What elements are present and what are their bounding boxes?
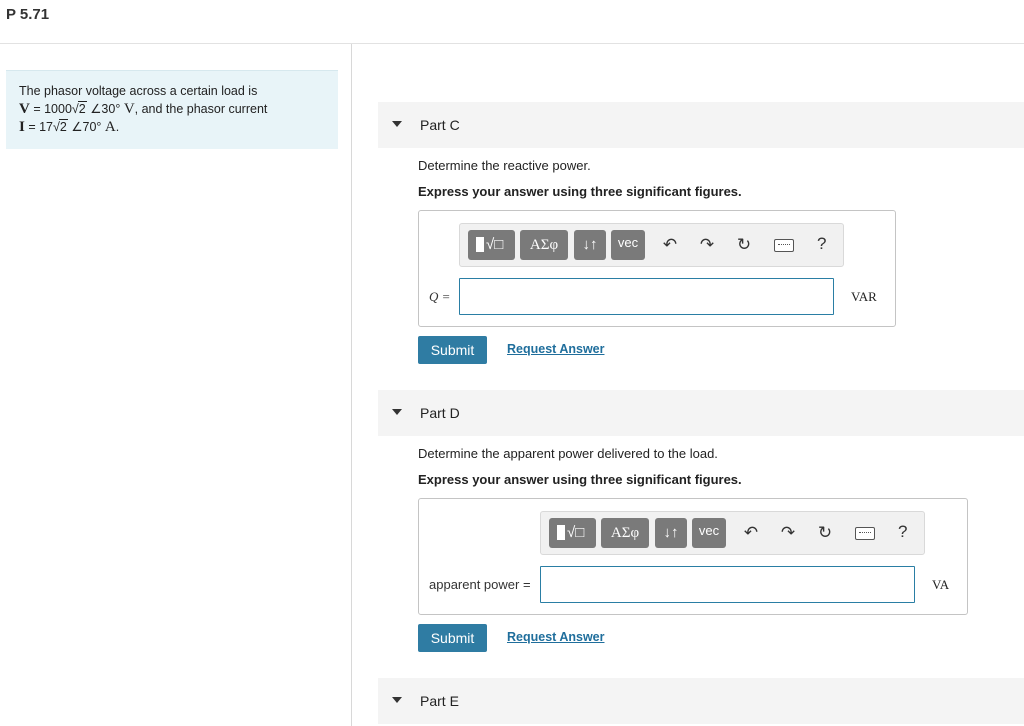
part-d-title: Part D xyxy=(420,405,460,421)
part-d-submit-button[interactable]: Submit xyxy=(418,624,487,652)
redo-icon[interactable]: ↷ xyxy=(779,524,797,542)
part-c-answer-input[interactable] xyxy=(459,278,834,315)
part-c-request-answer-link[interactable]: Request Answer xyxy=(507,342,604,356)
current-unit: A xyxy=(104,119,116,135)
part-e-title: Part E xyxy=(420,693,459,709)
vector-button[interactable]: vec xyxy=(692,518,726,548)
math-toolbar: √□ ΑΣφ ↓↑ vec ↶ ↷ ↻ ? xyxy=(540,511,925,555)
greek-symbols-button[interactable]: ΑΣφ xyxy=(520,230,568,260)
arrows-button[interactable]: ↓↑ xyxy=(655,518,687,548)
part-d-header[interactable]: Part D xyxy=(378,390,1024,436)
voltage-magnitude: = 1000 xyxy=(29,102,72,116)
part-c-unit: VAR xyxy=(851,289,877,304)
keyboard-icon[interactable] xyxy=(855,527,875,540)
voltage-symbol: V xyxy=(19,101,30,117)
voltage-angle: ∠30° xyxy=(90,102,124,116)
part-c-question: Determine the reactive power. xyxy=(418,158,591,173)
part-d-question: Determine the apparent power delivered t… xyxy=(418,446,718,461)
greek-symbols-button[interactable]: ΑΣφ xyxy=(601,518,649,548)
voltage-unit: V xyxy=(123,101,135,117)
current-magnitude: = 17 xyxy=(24,120,53,134)
keyboard-icon[interactable] xyxy=(774,239,794,252)
undo-icon[interactable]: ↶ xyxy=(742,524,760,542)
part-c-answer-label: Q = xyxy=(429,289,451,304)
sqrt-template-icon: √□ xyxy=(567,524,585,541)
part-d-answer-box: √□ ΑΣφ ↓↑ vec ↶ ↷ ↻ ? apparent power = V… xyxy=(418,498,968,615)
templates-button[interactable]: √□ xyxy=(468,230,515,260)
statement-line-1: The phasor voltage across a certain load… xyxy=(19,84,258,98)
problem-id: P 5.71 xyxy=(6,6,50,23)
part-c-submit-button[interactable]: Submit xyxy=(418,336,487,364)
column-divider xyxy=(351,44,352,726)
part-d-answer-label: apparent power = xyxy=(429,577,531,592)
statement-voltage: V = 1000√2 ∠30° V, and the phasor curren… xyxy=(19,101,267,117)
part-e-header[interactable]: Part E xyxy=(378,678,1024,724)
part-d-answer-input[interactable] xyxy=(540,566,915,603)
collapse-caret-icon[interactable] xyxy=(392,409,402,415)
part-d-unit: VA xyxy=(932,577,950,592)
voltage-tail: , and the phasor current xyxy=(134,102,268,116)
statement-current: I = 17√2 ∠70° A. xyxy=(19,119,119,135)
arrows-button[interactable]: ↓↑ xyxy=(574,230,606,260)
part-c-header[interactable]: Part C xyxy=(378,102,1024,148)
redo-icon[interactable]: ↷ xyxy=(698,236,716,254)
collapse-caret-icon[interactable] xyxy=(392,697,402,703)
current-radicand: 2 xyxy=(58,119,68,134)
templates-icon xyxy=(476,237,484,252)
templates-icon xyxy=(557,525,565,540)
current-tail: . xyxy=(115,120,120,134)
reset-icon[interactable]: ↻ xyxy=(816,524,834,542)
problem-statement: The phasor voltage across a certain load… xyxy=(6,70,338,149)
part-d-instruction: Express your answer using three signific… xyxy=(418,472,742,487)
sqrt-template-icon: √□ xyxy=(486,236,504,253)
part-c-title: Part C xyxy=(420,117,460,133)
help-icon[interactable]: ? xyxy=(898,522,907,542)
reset-icon[interactable]: ↻ xyxy=(735,236,753,254)
part-d-request-answer-link[interactable]: Request Answer xyxy=(507,630,604,644)
current-angle: ∠70° xyxy=(71,120,105,134)
help-icon[interactable]: ? xyxy=(817,234,826,254)
collapse-caret-icon[interactable] xyxy=(392,121,402,127)
undo-icon[interactable]: ↶ xyxy=(661,236,679,254)
top-bar: P 5.71 xyxy=(0,0,1024,44)
part-c-instruction: Express your answer using three signific… xyxy=(418,184,742,199)
vector-button[interactable]: vec xyxy=(611,230,645,260)
math-toolbar: √□ ΑΣφ ↓↑ vec ↶ ↷ ↻ ? xyxy=(459,223,844,267)
voltage-radicand: 2 xyxy=(77,101,87,116)
templates-button[interactable]: √□ xyxy=(549,518,596,548)
part-c-answer-box: √□ ΑΣφ ↓↑ vec ↶ ↷ ↻ ? Q = VAR xyxy=(418,210,896,327)
